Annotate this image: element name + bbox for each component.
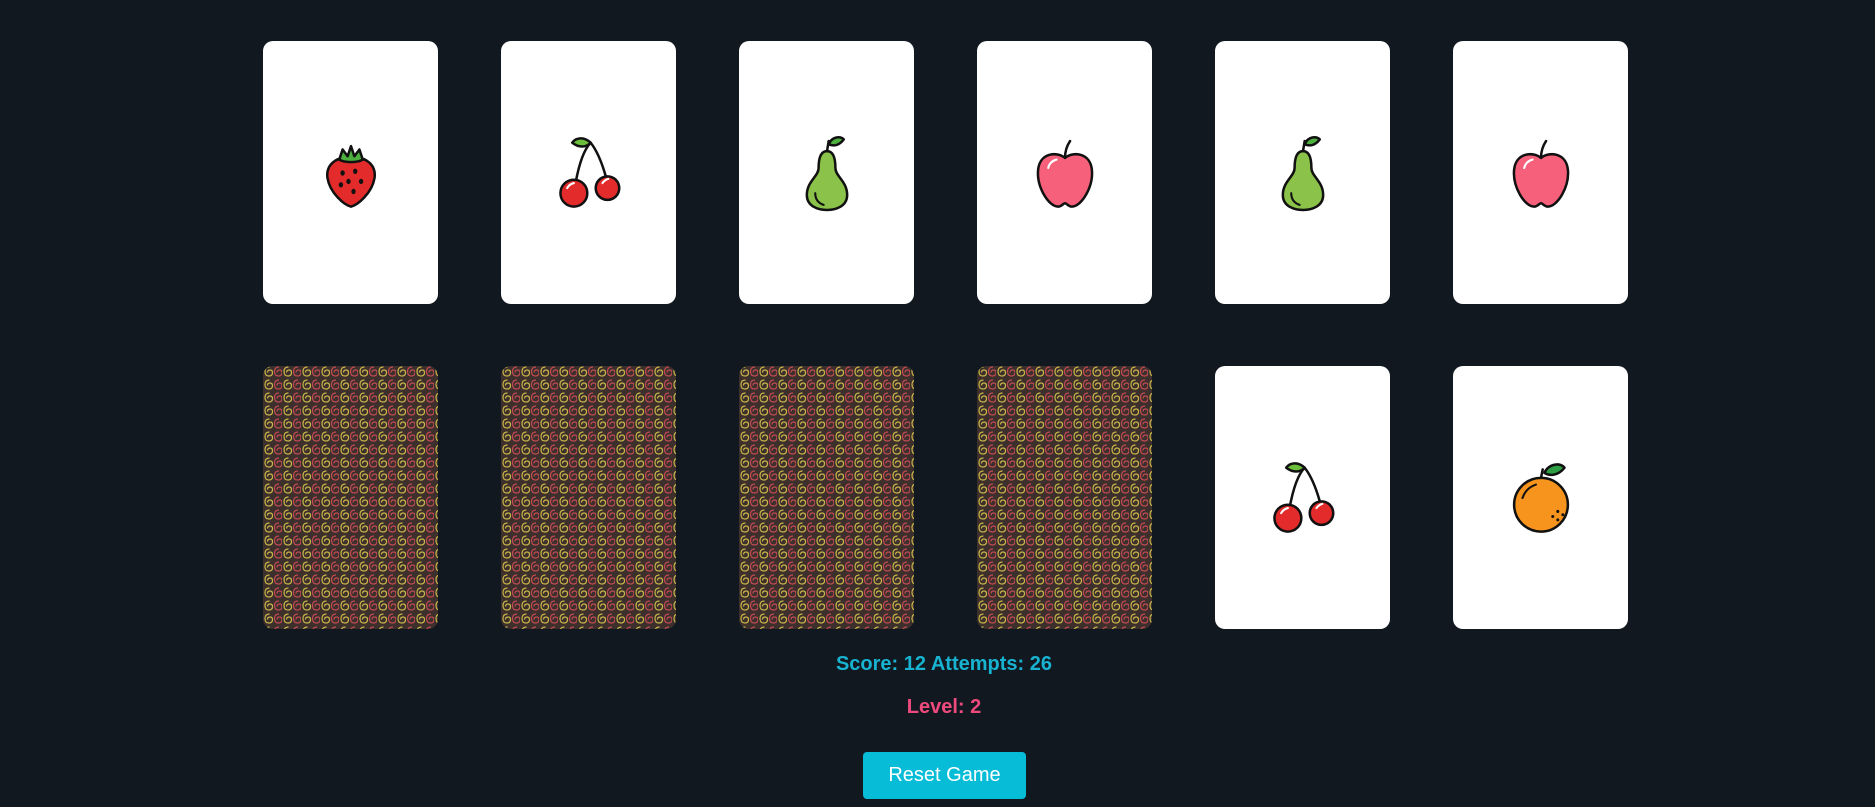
card-12[interactable] [1453,366,1628,629]
card-9[interactable] [739,366,914,629]
score-attempts-text: Score: 12 Attempts: 26 [0,653,1875,676]
pear-icon [1281,135,1324,211]
card-2[interactable] [501,41,676,304]
card-11[interactable] [1215,366,1390,629]
orange-icon [1512,462,1569,533]
attempts-value: 26 [1029,653,1053,675]
card-back-pattern [263,366,438,629]
card-back-pattern [977,366,1152,629]
level-text: Level: 2 [0,696,1875,719]
cherry-icon [1272,461,1334,533]
score-value: 12 [903,653,927,675]
level-value: 2 [970,696,982,718]
card-1[interactable] [263,41,438,304]
card-back-pattern [739,366,914,629]
cherry-icon [558,136,620,208]
card-3[interactable] [739,41,914,304]
score-label: Score: [835,653,899,675]
pear-icon [805,135,848,211]
card-4[interactable] [977,41,1152,304]
card-5[interactable] [1215,41,1390,304]
card-6[interactable] [1453,41,1628,304]
card-back-pattern [501,366,676,629]
reset-game-button[interactable]: Reset Game [863,752,1026,799]
card-grid [263,41,1628,629]
apple-icon [1036,139,1093,208]
strawberry-icon [325,144,376,208]
card-7[interactable] [263,366,438,629]
card-10[interactable] [977,366,1152,629]
card-8[interactable] [501,366,676,629]
attempts-label: Attempts: [930,653,1025,675]
apple-icon [1512,139,1569,208]
level-label: Level: [906,696,965,718]
